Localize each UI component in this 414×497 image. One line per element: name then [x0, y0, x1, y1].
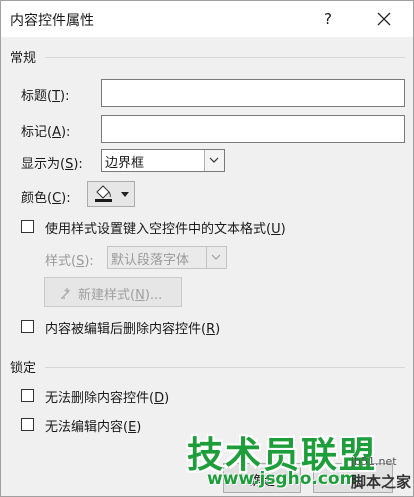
ok-label: 确定 — [248, 474, 275, 489]
show-as-select[interactable]: 边界框 — [101, 149, 225, 172]
dialog-title: 内容控件属性 — [10, 13, 94, 29]
chevron-down-icon — [204, 150, 224, 171]
color-label: 颜色(C): — [21, 191, 71, 206]
new-style-icon — [61, 288, 70, 299]
ok-button[interactable]: 确定 — [223, 463, 301, 493]
use-style-checkbox[interactable] — [21, 220, 34, 233]
cannot-delete-label: 无法删除内容控件(D) — [45, 391, 170, 406]
paint-bucket-icon — [95, 185, 112, 202]
help-button[interactable]: ? — [317, 7, 339, 31]
style-value: 默认段落字体 — [111, 253, 190, 268]
show-as-value: 边界框 — [105, 156, 145, 171]
close-icon — [377, 12, 391, 26]
chevron-down-icon — [206, 247, 226, 268]
content-control-properties-dialog: 内容控件属性 ? 常规 标题(T): 标记(A): 显示为(S): 边界框 颜色… — [0, 0, 414, 497]
title-bar: 内容控件属性 ? — [1, 1, 413, 37]
title-input[interactable] — [101, 79, 405, 107]
lock-divider — [45, 367, 405, 368]
chevron-down-icon — [121, 192, 129, 197]
general-divider — [45, 57, 405, 58]
new-style-label: 新建样式(N)... — [78, 288, 163, 303]
color-picker-button[interactable] — [87, 181, 135, 207]
cannot-edit-checkbox[interactable] — [21, 418, 34, 431]
cannot-edit-label: 无法编辑内容(E) — [45, 420, 142, 435]
remove-after-edit-checkbox[interactable] — [21, 320, 34, 333]
show-as-label: 显示为(S): — [21, 157, 83, 172]
style-label: 样式(S): — [45, 254, 94, 269]
lock-section-label: 锁定 — [10, 361, 37, 376]
use-style-label: 使用样式设置键入空控件中的文本格式(U) — [45, 222, 286, 237]
tag-field-label: 标记(A): — [21, 125, 71, 140]
new-style-button[interactable]: 新建样式(N)... — [44, 277, 182, 307]
style-select[interactable]: 默认段落字体 — [107, 246, 227, 269]
cancel-button[interactable] — [313, 463, 393, 493]
general-section-label: 常规 — [10, 51, 37, 66]
tag-input[interactable] — [101, 115, 405, 143]
remove-after-edit-label: 内容被编辑后删除内容控件(R) — [45, 322, 221, 337]
close-button[interactable] — [373, 7, 395, 31]
cannot-delete-checkbox[interactable] — [21, 389, 34, 402]
title-field-label: 标题(T): — [21, 89, 70, 104]
